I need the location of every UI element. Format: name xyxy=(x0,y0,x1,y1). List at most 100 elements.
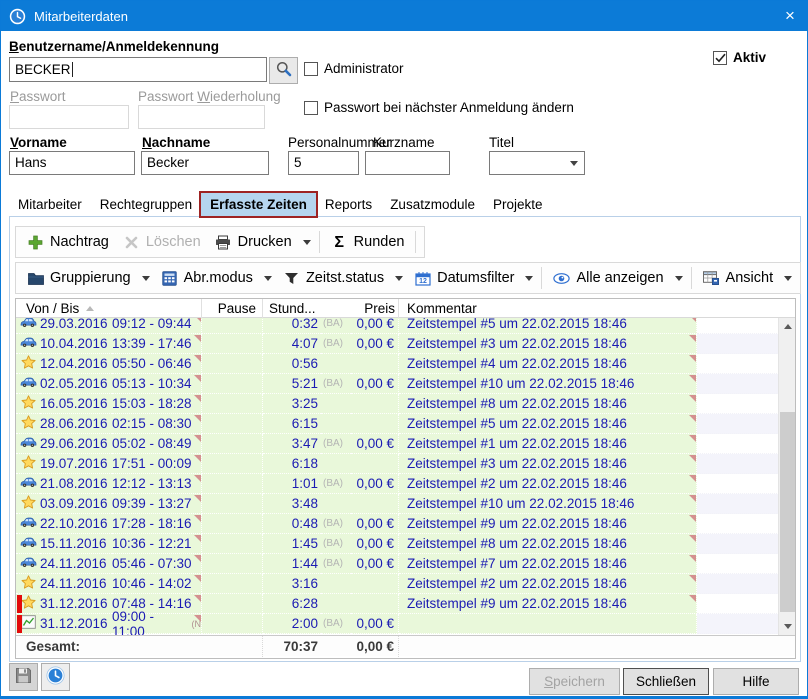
pw-change-checkbox-box[interactable] xyxy=(304,101,318,115)
toolbar-separator xyxy=(319,231,320,253)
vorname-input[interactable]: Hans xyxy=(9,151,135,175)
ba-tag-cell xyxy=(321,354,351,374)
toolbar-button-label: Drucken xyxy=(238,234,292,250)
pw-change-checkbox[interactable]: Passwort bei nächster Anmeldung ändern xyxy=(304,100,574,115)
entry-type-cell xyxy=(16,318,40,334)
tab-erfasste-zeiten[interactable]: Erfasste Zeiten xyxy=(201,193,316,216)
tab-projekte[interactable]: Projekte xyxy=(484,193,552,216)
price-cell: 0,00 € xyxy=(351,534,399,554)
chevron-down-icon[interactable] xyxy=(391,265,407,291)
administrator-checkbox-box[interactable] xyxy=(304,62,318,76)
chevron-down-icon[interactable] xyxy=(260,265,276,291)
passwort-input[interactable] xyxy=(9,105,129,129)
chevron-down-icon[interactable] xyxy=(671,265,687,291)
nachname-input[interactable]: Becker xyxy=(141,151,269,175)
passwort-wdh-input[interactable] xyxy=(138,105,265,129)
note-indicator-icon xyxy=(689,475,696,482)
chevron-down-icon[interactable] xyxy=(780,265,796,291)
price-cell xyxy=(351,414,399,434)
time-range-cell: 09:39 - 13:27 xyxy=(112,494,202,514)
administrator-checkbox[interactable]: Administrator xyxy=(304,61,404,76)
time-range-cell: 05:46 - 07:30 xyxy=(112,554,202,574)
aktiv-checkbox[interactable]: Aktiv xyxy=(713,50,766,65)
chevron-down-icon[interactable] xyxy=(138,265,154,291)
note-indicator-icon xyxy=(194,555,201,562)
toolbar-button-alle-anzeigen[interactable]: Alle anzeigen xyxy=(546,265,670,291)
tab-zusatzmodule[interactable]: Zusatzmodule xyxy=(381,193,484,216)
time-tool-button[interactable] xyxy=(41,663,70,691)
vertical-scrollbar[interactable] xyxy=(778,318,795,635)
note-indicator-icon xyxy=(689,535,696,542)
table-row[interactable]: 28.06.201602:15 - 08:306:15Zeitstempel #… xyxy=(16,414,795,434)
toolbar-button-nachtrag[interactable]: Nachtrag xyxy=(20,229,116,255)
note-indicator-icon xyxy=(689,595,696,602)
scroll-up-icon[interactable] xyxy=(779,318,795,335)
column-header-von-bis[interactable]: Von / Bis xyxy=(16,299,202,318)
username-input[interactable]: BECKER xyxy=(9,57,267,82)
scroll-down-icon[interactable] xyxy=(779,618,795,635)
toolbar-button-datumsfilter[interactable]: 12Datumsfilter xyxy=(407,265,521,291)
svg-text:12: 12 xyxy=(419,278,427,285)
toolbar-button-zeitst-status[interactable]: Zeitst.status xyxy=(276,265,391,291)
column-header-kommentar[interactable]: Kommentar xyxy=(399,299,697,318)
table-row[interactable]: 03.09.201609:39 - 13:273:48Zeitstempel #… xyxy=(16,494,795,514)
tab-rechtegruppen[interactable]: Rechtegruppen xyxy=(91,193,201,216)
help-button[interactable]: Hilfe xyxy=(713,668,799,695)
chevron-down-icon[interactable] xyxy=(521,265,537,291)
red-flag-bar xyxy=(17,595,22,613)
table-row[interactable]: 24.11.201610:46 - 14:023:16Zeitstempel #… xyxy=(16,574,795,594)
column-header-pause[interactable]: Pause xyxy=(202,299,263,318)
table-row[interactable]: 24.11.201605:46 - 07:301:44(BA)0,00 €Zei… xyxy=(16,554,795,574)
table-row[interactable]: 29.03.201609:12 - 09:440:32(BA)0,00 €Zei… xyxy=(16,318,795,334)
date-cell: 19.07.2016 xyxy=(40,454,112,474)
tab-reports[interactable]: Reports xyxy=(316,193,381,216)
search-user-button[interactable] xyxy=(269,57,298,84)
toolbar-button-label: Löschen xyxy=(146,234,201,250)
time-range-cell: 10:36 - 12:21 xyxy=(112,534,202,554)
hours-cell: 3:25 xyxy=(263,394,321,414)
table-row[interactable]: 15.11.201610:36 - 12:211:45(BA)0,00 €Zei… xyxy=(16,534,795,554)
comment-cell: Zeitstempel #2 um 22.02.2015 18:46 xyxy=(399,474,697,494)
table-row[interactable]: 22.10.201617:28 - 18:160:48(BA)0,00 €Zei… xyxy=(16,514,795,534)
sort-asc-icon xyxy=(86,306,94,311)
toolbar-button-löschen[interactable]: Löschen xyxy=(116,229,208,255)
time-range-cell: 12:12 - 13:13 xyxy=(112,474,202,494)
save-tool-button[interactable] xyxy=(9,663,38,691)
table-row[interactable]: 10.04.201613:39 - 17:464:07(BA)0,00 €Zei… xyxy=(16,334,795,354)
toolbar-button-runden[interactable]: ΣRunden xyxy=(324,229,412,255)
table-row[interactable]: 19.07.201617:51 - 00:096:18Zeitstempel #… xyxy=(16,454,795,474)
column-header-preis[interactable]: Preis xyxy=(351,299,399,318)
personalnummer-input[interactable]: 5 xyxy=(288,151,359,175)
toolbar-button-ansicht[interactable]: Ansicht xyxy=(696,265,781,291)
tab-mitarbeiter[interactable]: Mitarbeiter xyxy=(9,193,91,216)
toolbar-button-abr-modus[interactable]: Abr.modus xyxy=(154,265,260,291)
titel-select[interactable] xyxy=(489,151,585,175)
star-icon xyxy=(21,575,36,592)
price-cell: 0,00 € xyxy=(351,318,399,334)
date-cell: 31.12.2016 xyxy=(40,614,112,634)
date-cell: 31.12.2016 xyxy=(40,594,112,614)
time-range-cell: 09:00 - 11:00(N xyxy=(112,614,202,634)
toolbar-button-drucken[interactable]: Drucken xyxy=(208,229,299,255)
column-header-stunden[interactable]: Stund... xyxy=(263,299,351,318)
table-row[interactable]: 21.08.201612:12 - 13:131:01(BA)0,00 €Zei… xyxy=(16,474,795,494)
aktiv-checkbox-box[interactable] xyxy=(713,51,727,65)
table-row[interactable]: 12.04.201605:50 - 06:460:56Zeitstempel #… xyxy=(16,354,795,374)
passwort-label: Passwort xyxy=(10,89,66,104)
kurzname-input[interactable] xyxy=(365,151,450,175)
price-cell xyxy=(351,354,399,374)
table-row[interactable]: 31.12.201609:00 - 11:00(N2:00(BA)0,00 € xyxy=(16,614,795,634)
toolbar-button-gruppierung[interactable]: Gruppierung xyxy=(20,265,138,291)
table-row[interactable]: 29.06.201605:02 - 08:493:47(BA)0,00 €Zei… xyxy=(16,434,795,454)
scrollbar-thumb[interactable] xyxy=(780,412,795,612)
date-cell: 02.05.2016 xyxy=(40,374,112,394)
table-row[interactable]: 16.05.201615:03 - 18:283:25Zeitstempel #… xyxy=(16,394,795,414)
close-button[interactable]: Schließen xyxy=(623,668,709,695)
date-cell: 16.05.2016 xyxy=(40,394,112,414)
table-row[interactable]: 02.05.201605:13 - 10:345:21(BA)0,00 €Zei… xyxy=(16,374,795,394)
time-range-cell: 15:03 - 18:28 xyxy=(112,394,202,414)
save-button[interactable]: Speichern xyxy=(529,668,620,695)
chevron-down-icon[interactable] xyxy=(299,229,315,255)
note-indicator-icon xyxy=(194,355,201,362)
close-icon[interactable]: × xyxy=(773,1,807,31)
